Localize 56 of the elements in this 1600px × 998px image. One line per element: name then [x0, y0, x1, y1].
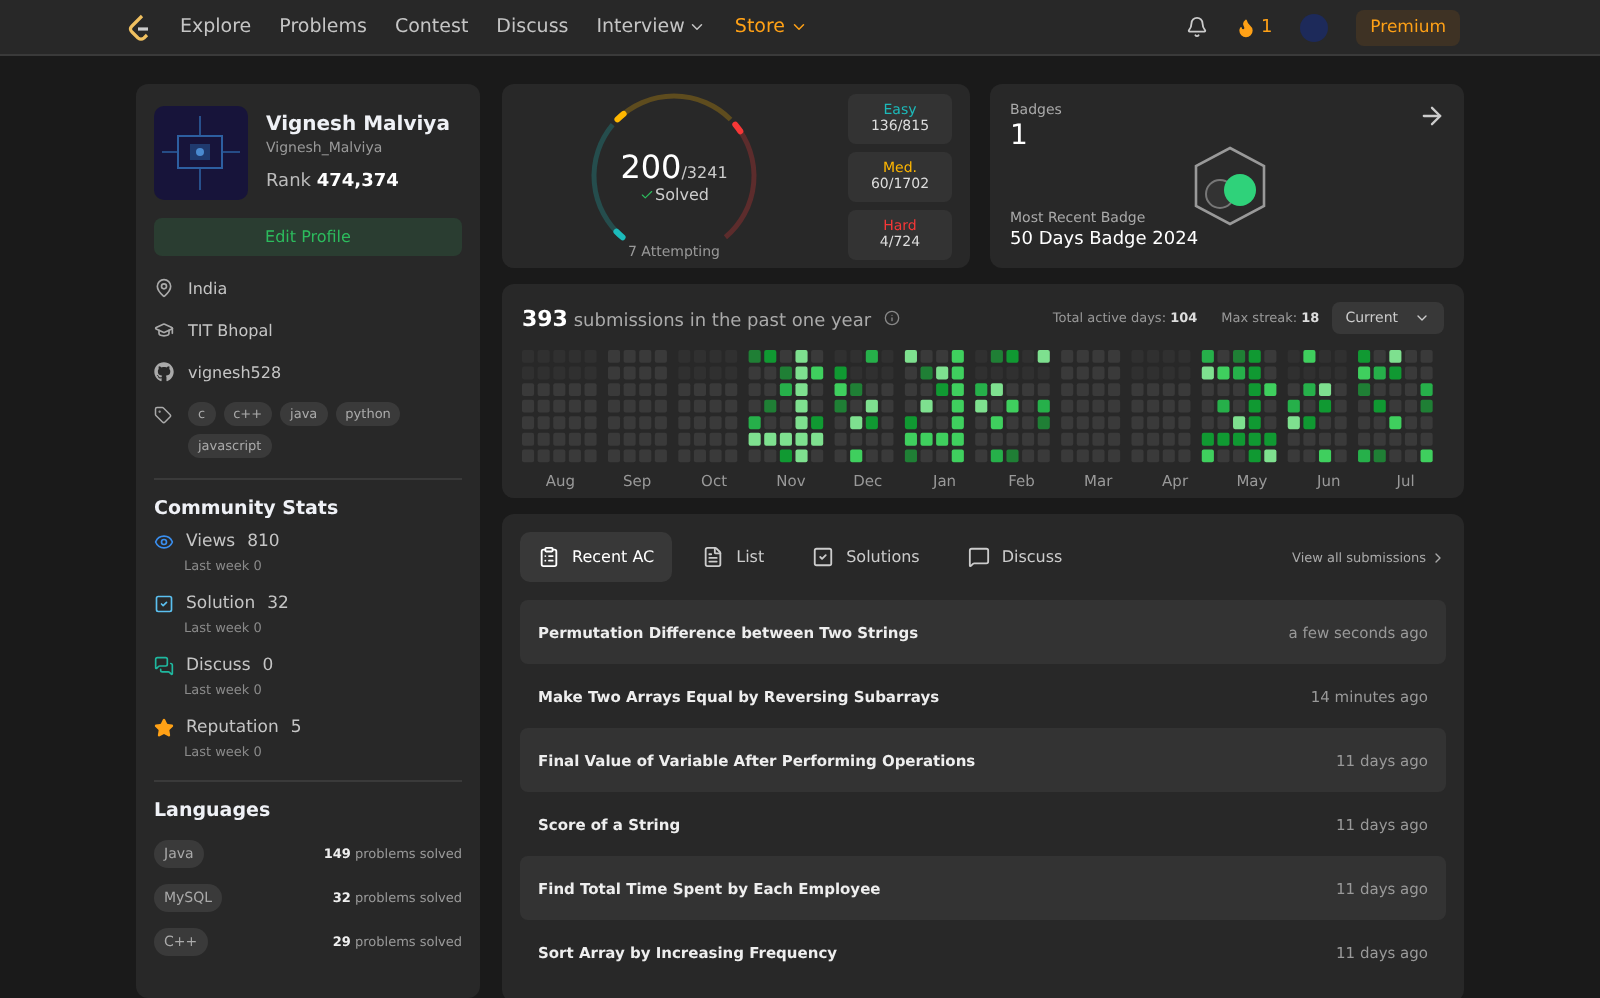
nav-link[interactable]: Discuss — [496, 16, 569, 38]
eye-icon — [154, 532, 174, 552]
rank-text: Rank 474,374 — [266, 172, 401, 192]
profile-detail: TIT Bhopal — [188, 321, 273, 339]
tab[interactable]: Discuss — [949, 532, 1081, 582]
list-icon — [538, 546, 560, 568]
premium-button[interactable]: Premium — [1356, 9, 1460, 45]
location-icon — [154, 278, 174, 298]
section-title: Community Stats — [154, 498, 341, 520]
stat-value: 32 — [267, 594, 289, 614]
profile-detail: India — [188, 279, 228, 297]
checkbox-icon — [154, 594, 174, 614]
nav-link[interactable]: Store — [734, 16, 808, 38]
checkbox-icon — [812, 546, 835, 568]
profile-detail: vignesh528 — [188, 363, 282, 381]
nav-link[interactable]: Problems — [279, 16, 367, 38]
badge-count: 1 — [1010, 120, 1030, 152]
recent-badge-name: 50 Days Badge 2024 — [1010, 230, 1201, 250]
section-title: Languages — [154, 800, 273, 822]
bell-icon[interactable] — [1186, 16, 1209, 38]
github-icon — [154, 362, 174, 382]
info-icon[interactable] — [883, 310, 900, 326]
nav-link[interactable]: Interview — [596, 16, 707, 38]
edit-profile-button[interactable]: Edit Profile — [154, 218, 462, 256]
chevron-icon — [1430, 549, 1446, 565]
tab[interactable]: Recent AC — [520, 532, 673, 582]
solved-label: Solved — [639, 186, 709, 204]
chevron-icon — [789, 18, 808, 36]
streak-counter[interactable]: 1 — [1236, 17, 1273, 37]
badge-icon — [1190, 144, 1270, 228]
tab[interactable]: Solutions — [794, 532, 938, 582]
chevron-icon — [688, 18, 707, 36]
check-icon — [639, 188, 654, 202]
profile-name: Vignesh Malviya — [266, 114, 450, 136]
tab[interactable]: List — [684, 532, 783, 582]
stat-value: 0 — [262, 656, 274, 676]
stat-value: 810 — [247, 532, 280, 552]
arrow-icon[interactable] — [1418, 102, 1446, 130]
logo-icon[interactable] — [128, 13, 152, 41]
stat-label: Reputation — [186, 718, 279, 738]
stat-label: Discuss — [186, 656, 251, 676]
document-icon — [702, 546, 725, 568]
stat-label: Views — [186, 532, 236, 552]
stat-value: 5 — [290, 718, 302, 738]
chat-icon — [967, 546, 990, 568]
flame-icon — [1236, 17, 1257, 37]
submissions-summary: 393 submissions in the past one year — [522, 305, 872, 331]
chevron-icon — [1414, 310, 1430, 326]
nav-link[interactable]: Contest — [394, 16, 469, 38]
star-icon — [154, 718, 174, 738]
chat-icon — [154, 656, 174, 676]
graduation-cap-icon — [154, 320, 174, 340]
solved-count: 200/3241 — [620, 148, 728, 186]
tag-icon — [154, 406, 172, 424]
stat-label: Solution — [186, 594, 256, 614]
nav-link[interactable]: Explore — [180, 16, 252, 38]
